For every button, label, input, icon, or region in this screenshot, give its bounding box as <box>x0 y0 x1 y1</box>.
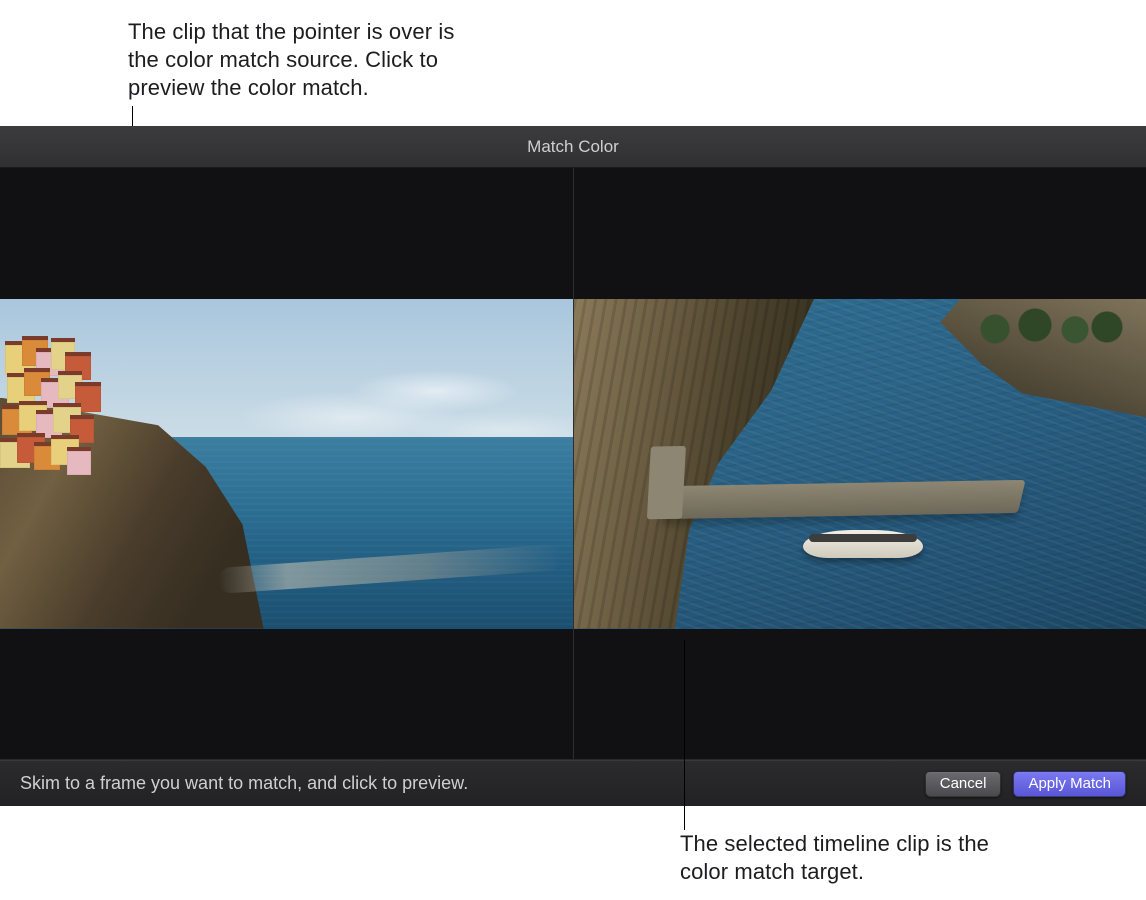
window-title: Match Color <box>527 137 619 157</box>
callout-target: The selected timeline clip is the color … <box>680 830 1020 886</box>
target-preview-image <box>574 299 1146 629</box>
callout-source: The clip that the pointer is over is the… <box>128 18 468 102</box>
cancel-button[interactable]: Cancel <box>925 771 1002 797</box>
footer-bar: Skim to a frame you want to match, and c… <box>0 760 1146 806</box>
hint-text: Skim to a frame you want to match, and c… <box>20 773 913 794</box>
window-titlebar: Match Color <box>0 126 1146 168</box>
apply-match-button[interactable]: Apply Match <box>1013 771 1126 797</box>
callout-leader-line-bottom <box>684 640 685 830</box>
source-preview-image <box>0 299 573 629</box>
match-color-window: Match Color <box>0 126 1146 806</box>
source-preview-pane[interactable] <box>0 168 573 759</box>
house-block <box>67 447 91 475</box>
viewer-area <box>0 168 1146 760</box>
target-preview-pane <box>573 168 1146 759</box>
